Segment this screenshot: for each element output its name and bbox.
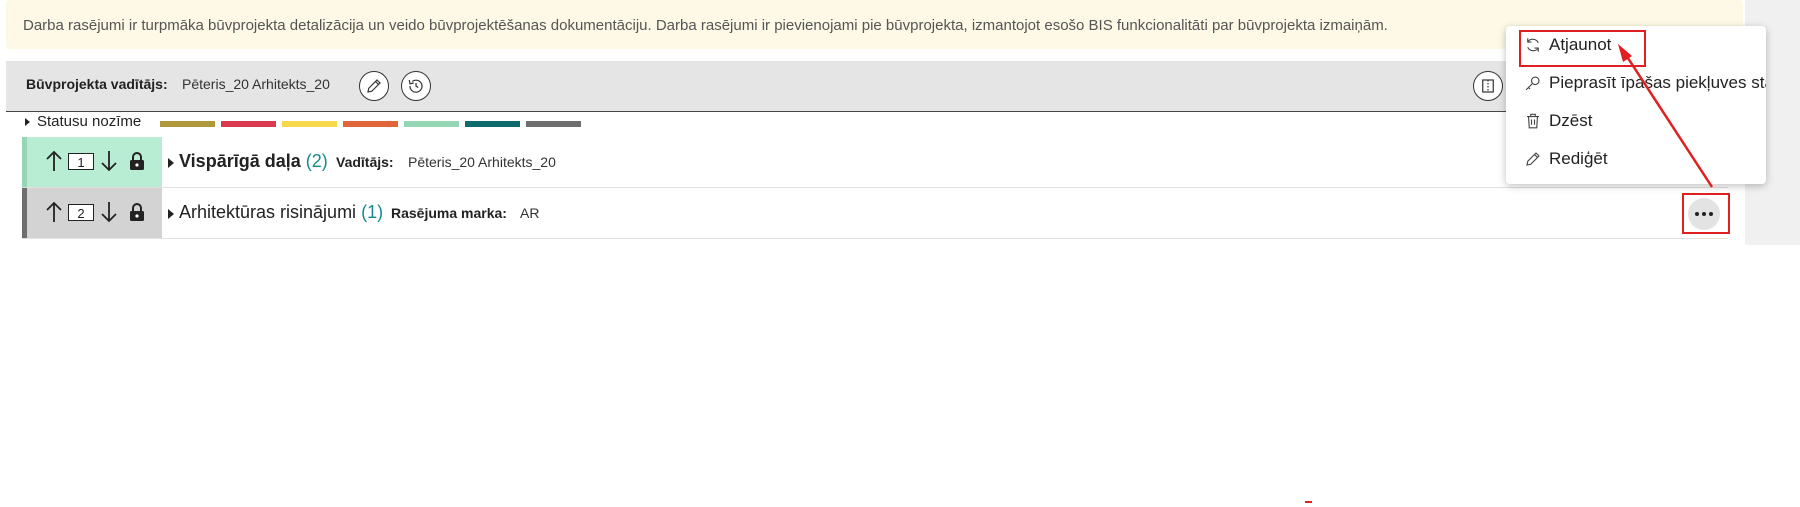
legend-swatch — [465, 121, 520, 127]
row-title-text: Arhitektūras risinājumi — [179, 202, 357, 222]
project-manager-label: Būvprojekta vadītājs: — [26, 76, 168, 92]
project-manager-value: Pēteris_20 Arhitekts_20 — [182, 76, 330, 92]
status-legend[interactable]: Statusu nozīme — [20, 112, 620, 132]
status-edge — [22, 188, 27, 238]
row-count: (1) — [361, 202, 384, 222]
status-legend-label: Statusu nozīme — [37, 113, 142, 130]
menu-item-label: Rediģēt — [1549, 149, 1608, 168]
legend-swatch — [282, 121, 337, 127]
history-icon — [408, 79, 423, 93]
legend-swatch — [404, 121, 459, 127]
project-manager-bar: Būvprojekta vadītājs: Pēteris_20 Arhitek… — [6, 61, 1743, 112]
menu-item-delete[interactable]: Dzēst — [1506, 102, 1766, 140]
red-mark — [1305, 501, 1312, 503]
move-down-icon[interactable] — [100, 201, 118, 223]
status-edge — [22, 137, 27, 187]
split-panel-button[interactable] — [1473, 71, 1503, 101]
row-title[interactable]: Vispārīgā daļa (2) — [179, 151, 328, 172]
expand-row-icon[interactable] — [168, 209, 174, 219]
row-title-text: Vispārīgā daļa — [179, 151, 301, 171]
menu-item-label: Dzēst — [1549, 111, 1593, 130]
row-field-label: Rasējuma marka: — [391, 205, 507, 221]
legend-swatch — [221, 121, 276, 127]
row-field-value: Pēteris_20 Arhitekts_20 — [408, 154, 556, 170]
menu-item-edit[interactable]: Rediģēt — [1506, 140, 1766, 178]
menu-item-label: Pieprasīt īpašas piekļuves statu — [1549, 73, 1766, 92]
info-notice: Darba rasējumi ir turpmāka būvprojekta d… — [6, 0, 1743, 49]
table-row[interactable]: 1 Vispārīgā daļa (2) Vadītājs: Pēteris_2… — [22, 137, 1728, 188]
order-input[interactable]: 1 — [68, 153, 94, 170]
legend-expand-icon[interactable] — [25, 118, 30, 126]
more-button-highlight — [1682, 193, 1730, 234]
edit-manager-button[interactable] — [359, 71, 389, 101]
move-up-icon[interactable] — [45, 201, 63, 223]
pencil-icon — [367, 79, 381, 93]
legend-swatch — [343, 121, 398, 127]
row-field-label: Vadītājs: — [336, 154, 394, 170]
legend-swatch — [160, 121, 215, 127]
move-down-icon[interactable] — [100, 150, 118, 172]
menu-item-highlight — [1519, 30, 1646, 67]
move-up-icon[interactable] — [45, 150, 63, 172]
row-title[interactable]: Arhitektūras risinājumi (1) — [179, 202, 383, 223]
order-input[interactable]: 2 — [68, 204, 94, 221]
row-controls: 1 — [22, 137, 162, 187]
pencil-icon — [1526, 152, 1540, 166]
split-panel-icon — [1482, 79, 1494, 93]
expand-row-icon[interactable] — [168, 158, 174, 168]
info-notice-text: Darba rasējumi ir turpmāka būvprojekta d… — [23, 17, 1388, 34]
trash-icon — [1527, 113, 1539, 129]
row-field-value: AR — [520, 205, 540, 221]
row-count: (2) — [305, 151, 328, 171]
row-controls: 2 — [22, 188, 162, 238]
lock-icon — [130, 152, 144, 170]
menu-item-request-access[interactable]: Pieprasīt īpašas piekļuves statu — [1506, 64, 1766, 102]
history-button[interactable] — [401, 71, 431, 101]
table-row[interactable]: 2 Arhitektūras risinājumi (1) Rasējuma m… — [22, 188, 1728, 239]
lock-icon — [130, 203, 144, 221]
legend-swatch — [526, 121, 581, 127]
key-icon — [1525, 76, 1540, 91]
